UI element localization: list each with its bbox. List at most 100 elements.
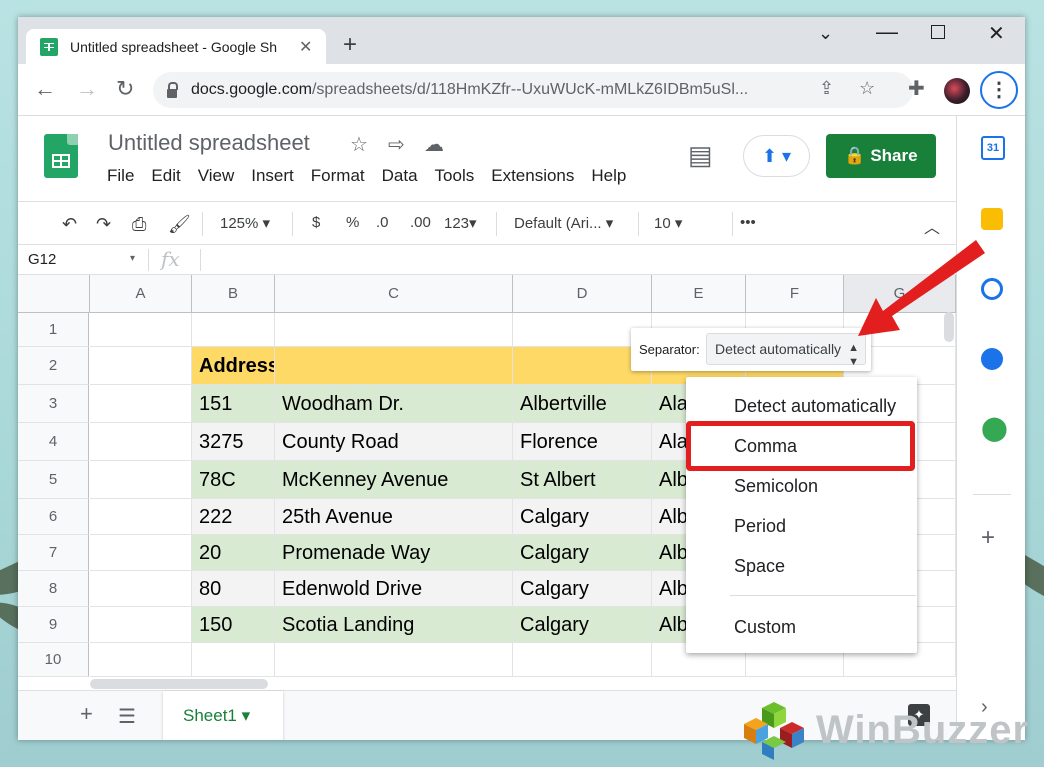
tab-search-icon[interactable]: ⌄ [818, 23, 833, 44]
menu-tools[interactable]: Tools [435, 166, 475, 186]
data-cell[interactable]: Calgary [513, 571, 652, 607]
row-header-6[interactable]: 6 [18, 499, 89, 535]
row-header-1[interactable]: 1 [18, 313, 89, 347]
move-folder-icon[interactable]: ⇨ [388, 132, 405, 157]
cell[interactable] [90, 571, 192, 607]
data-cell[interactable]: 25th Avenue [275, 499, 513, 535]
close-tab-icon[interactable]: ✕ [299, 37, 312, 57]
row-header-8[interactable]: 8 [18, 571, 89, 607]
row-header-10[interactable]: 10 [18, 643, 89, 677]
data-cell[interactable]: Albertville [513, 385, 652, 423]
cell[interactable] [513, 643, 652, 677]
row-header-9[interactable]: 9 [18, 607, 89, 643]
data-cell[interactable]: 151 [192, 385, 275, 423]
data-cell[interactable]: Calgary [513, 499, 652, 535]
header-cell[interactable] [275, 347, 513, 385]
star-icon[interactable]: ☆ [350, 132, 368, 157]
keep-icon[interactable] [981, 208, 1003, 230]
sheet-tab-sheet1[interactable]: Sheet1 ▾ [163, 691, 283, 740]
name-box-dropdown-icon[interactable]: ▾ [130, 253, 135, 264]
print-icon[interactable]: ⎙ [132, 214, 146, 235]
menu-file[interactable]: File [107, 166, 134, 186]
cell[interactable] [90, 423, 192, 461]
contacts-icon[interactable] [981, 348, 1003, 370]
data-cell[interactable]: McKenney Avenue [275, 461, 513, 499]
browser-menu-icon[interactable]: ⋮ [980, 71, 1018, 109]
decrease-decimal-button[interactable]: .0 [376, 214, 389, 231]
data-cell[interactable]: Woodham Dr. [275, 385, 513, 423]
profile-avatar[interactable] [944, 78, 970, 104]
row-header-5[interactable]: 5 [18, 461, 89, 499]
menu-view[interactable]: View [198, 166, 235, 186]
column-header-c[interactable]: C [275, 275, 513, 313]
menu-edit[interactable]: Edit [151, 166, 180, 186]
data-cell[interactable]: 3275 [192, 423, 275, 461]
column-header-d[interactable]: D [513, 275, 652, 313]
data-cell[interactable]: 78C [192, 461, 275, 499]
minimize-icon[interactable]: — [876, 19, 898, 45]
calendar-icon[interactable]: 31 [981, 136, 1005, 160]
extensions-icon[interactable]: ✚ [908, 76, 925, 101]
menu-format[interactable]: Format [311, 166, 365, 186]
cell[interactable] [275, 313, 513, 347]
option-semicolon[interactable]: Semicolon [734, 476, 818, 497]
menu-insert[interactable]: Insert [251, 166, 294, 186]
font-size-select[interactable]: 10 ▾ [654, 214, 724, 232]
comment-history-icon[interactable]: ▤ [688, 140, 713, 171]
more-formats-button[interactable]: 123▾ [444, 214, 477, 232]
cell[interactable] [90, 385, 192, 423]
cell[interactable] [90, 461, 192, 499]
address-header-cell[interactable]: Address [192, 347, 275, 385]
data-cell[interactable]: Scotia Landing [275, 607, 513, 643]
cell[interactable] [90, 347, 192, 385]
sheets-logo-icon[interactable] [44, 134, 78, 178]
cell[interactable] [192, 643, 275, 677]
more-tools-icon[interactable]: ••• [740, 214, 756, 231]
increase-decimal-button[interactable]: .00 [410, 214, 431, 231]
data-cell[interactable]: Calgary [513, 535, 652, 571]
column-header-g[interactable]: G [844, 275, 956, 313]
omnibox[interactable]: docs.google.com/spreadsheets/d/118HmKZfr… [153, 72, 913, 108]
data-cell[interactable]: St Albert [513, 461, 652, 499]
back-icon[interactable]: ← [34, 76, 56, 102]
share-page-icon[interactable]: ⇪ [819, 78, 834, 99]
cloud-status-icon[interactable]: ☁ [424, 132, 444, 157]
percent-button[interactable]: % [346, 214, 359, 231]
maximize-icon[interactable] [931, 25, 945, 39]
data-cell[interactable]: 150 [192, 607, 275, 643]
menu-data[interactable]: Data [382, 166, 418, 186]
share-button[interactable]: 🔒 Share [826, 134, 936, 178]
data-cell[interactable]: Calgary [513, 607, 652, 643]
new-tab-icon[interactable]: + [343, 31, 357, 59]
column-header-e[interactable]: E [652, 275, 746, 313]
cell[interactable] [90, 499, 192, 535]
row-header-2[interactable]: 2 [18, 347, 89, 385]
currency-button[interactable]: $ [312, 214, 320, 231]
menu-extensions[interactable]: Extensions [491, 166, 574, 186]
column-header-a[interactable]: A [90, 275, 192, 313]
horizontal-scrollbar[interactable] [90, 679, 268, 689]
menu-help[interactable]: Help [591, 166, 626, 186]
all-sheets-icon[interactable]: ☰ [118, 704, 136, 729]
data-cell[interactable]: 222 [192, 499, 275, 535]
browser-tab[interactable]: Untitled spreadsheet - Google Sh ✕ [26, 29, 326, 64]
undo-icon[interactable]: ↶ [62, 214, 77, 235]
present-button[interactable]: ⬆ ▾ [743, 135, 810, 177]
bookmark-star-icon[interactable]: ☆ [859, 78, 875, 99]
row-header-3[interactable]: 3 [18, 385, 89, 423]
close-window-icon[interactable]: ✕ [988, 21, 1005, 46]
redo-icon[interactable]: ↷ [96, 214, 111, 235]
option-space[interactable]: Space [734, 556, 785, 577]
add-addon-icon[interactable]: + [981, 524, 995, 552]
separator-select[interactable]: Detect automatically ▲ ▼ [706, 333, 866, 368]
font-select[interactable]: Default (Ari... ▾ [514, 214, 634, 232]
collapse-chevron-icon[interactable]: ︿ [924, 214, 940, 238]
option-detect-automatically[interactable]: Detect automatically [734, 396, 896, 417]
option-custom[interactable]: Custom [734, 617, 796, 638]
cell[interactable] [275, 643, 513, 677]
cell[interactable] [90, 643, 192, 677]
forward-icon[interactable]: → [76, 76, 98, 102]
data-cell[interactable]: County Road [275, 423, 513, 461]
reload-icon[interactable]: ↻ [116, 76, 134, 102]
row-header-4[interactable]: 4 [18, 423, 89, 461]
